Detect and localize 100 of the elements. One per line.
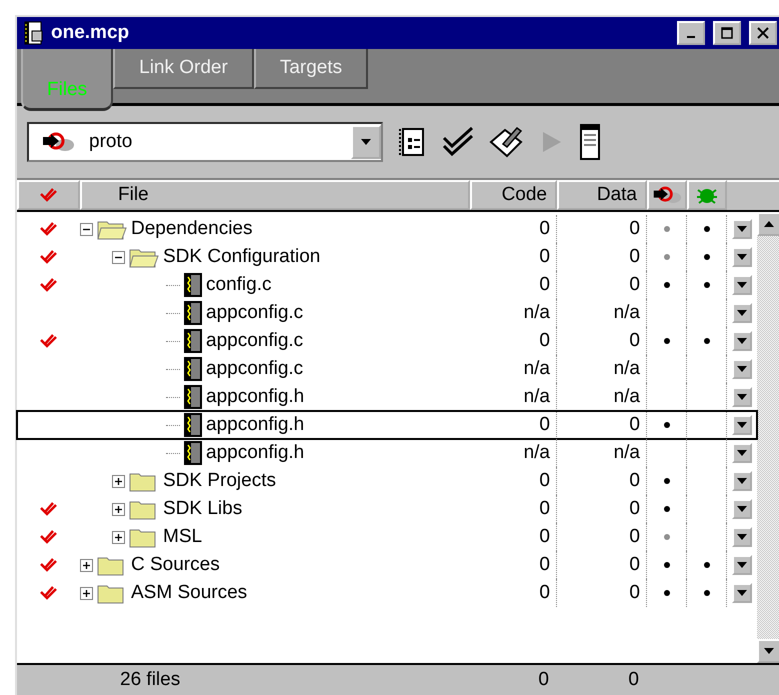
tree-line — [166, 396, 180, 398]
file-row[interactable]: SDK Projects 0 0 — [17, 467, 757, 495]
checkmark-icon — [40, 502, 58, 516]
dropdown-button[interactable] — [351, 125, 381, 159]
folder-name: Dependencies — [131, 218, 252, 240]
folder-name: SDK Projects — [163, 470, 276, 492]
checkmark-icon — [40, 586, 58, 600]
code-size: 0 — [470, 411, 557, 439]
down-arrow-icon — [737, 310, 747, 316]
collapse-toggle[interactable] — [80, 222, 93, 236]
window-title: one.mcp — [51, 22, 130, 44]
data-size: 0 — [557, 327, 647, 355]
check-icon[interactable] — [441, 126, 475, 158]
folder-name: SDK Configuration — [163, 246, 320, 268]
file-name: appconfig.h — [206, 414, 304, 436]
checkmark-icon — [40, 222, 58, 236]
file-name: appconfig.c — [206, 302, 304, 324]
data-size: 0 — [557, 271, 647, 299]
expand-toggle[interactable] — [80, 586, 93, 600]
dropdown-button[interactable] — [732, 471, 752, 491]
dropdown-button[interactable] — [732, 415, 752, 435]
dropdown-button[interactable] — [732, 583, 752, 603]
file-row[interactable]: appconfig.h n/a n/a — [17, 439, 757, 467]
file-row[interactable]: SDK Libs 0 0 — [17, 495, 757, 523]
folder-name: C Sources — [131, 554, 220, 576]
file-row[interactable]: appconfig.c n/a n/a — [17, 355, 757, 383]
collapse-toggle[interactable] — [112, 250, 125, 264]
code-size: 0 — [470, 215, 557, 243]
dropdown-button[interactable] — [732, 555, 752, 575]
file-icon — [184, 329, 202, 353]
close-button[interactable] — [749, 21, 777, 45]
file-row[interactable]: appconfig.h n/a n/a — [17, 383, 757, 411]
column-header[interactable]: Code — [470, 180, 557, 210]
target-dropdown[interactable]: proto — [27, 122, 383, 162]
expand-toggle[interactable] — [80, 558, 93, 572]
tree-line — [166, 284, 180, 286]
data-size: n/a — [557, 299, 647, 327]
file-name: appconfig.h — [206, 386, 304, 408]
file-row[interactable]: config.c 0 0 — [17, 271, 757, 299]
dropdown-button[interactable] — [732, 359, 752, 379]
dropdown-button[interactable] — [732, 219, 752, 239]
plus-icon — [114, 504, 123, 514]
down-arrow-icon — [737, 338, 747, 344]
compile-column-header[interactable] — [647, 180, 687, 210]
file-row[interactable]: C Sources 0 0 — [17, 551, 757, 579]
dropdown-button[interactable] — [732, 527, 752, 547]
target-icon — [652, 184, 682, 206]
code-size: 0 — [470, 523, 557, 551]
down-arrow-icon — [361, 139, 371, 145]
folder-name: SDK Libs — [163, 498, 242, 520]
checkmark-icon — [40, 188, 58, 202]
file-icon — [184, 357, 202, 381]
down-arrow-icon — [737, 226, 747, 232]
expand-toggle[interactable] — [112, 474, 125, 488]
down-arrow-icon — [737, 506, 747, 512]
scroll-down-button[interactable] — [757, 639, 779, 663]
plus-icon — [114, 532, 123, 542]
dropdown-button[interactable] — [732, 331, 752, 351]
data-size: 0 — [557, 243, 647, 271]
data-size: 0 — [557, 523, 647, 551]
data-size: 0 — [557, 467, 647, 495]
minimize-button[interactable] — [677, 21, 705, 45]
code-size: 0 — [470, 327, 557, 355]
plus-icon — [82, 560, 91, 570]
down-arrow-icon — [737, 562, 747, 568]
checkmark-icon — [40, 250, 58, 264]
file-list-icon[interactable] — [397, 126, 427, 158]
dropdown-button[interactable] — [732, 303, 752, 323]
file-row[interactable]: SDK Configuration 0 0 — [17, 243, 757, 271]
file-row[interactable]: appconfig.c n/a n/a — [17, 299, 757, 327]
dropdown-button[interactable] — [732, 443, 752, 463]
down-arrow-icon — [764, 648, 774, 654]
touch-column-header[interactable] — [17, 180, 80, 210]
file-row[interactable]: Dependencies 0 0 — [17, 215, 757, 243]
file-count: 26 files — [119, 669, 182, 691]
file-row[interactable]: MSL 0 0 — [17, 523, 757, 551]
dropdown-button[interactable] — [732, 275, 752, 295]
code-size: 0 — [470, 243, 557, 271]
device-icon[interactable] — [579, 123, 601, 161]
file-row[interactable]: appconfig.h 0 0 — [17, 411, 757, 439]
file-icon — [184, 385, 202, 409]
scrollbar[interactable] — [757, 212, 779, 663]
maximize-button[interactable] — [713, 21, 741, 45]
dropdown-button[interactable] — [732, 499, 752, 519]
scroll-up-button[interactable] — [757, 212, 779, 236]
pencil-page-icon[interactable] — [489, 126, 525, 158]
code-size: n/a — [470, 439, 557, 467]
tree-line — [166, 368, 180, 370]
dropdown-button[interactable] — [732, 387, 752, 407]
file-row[interactable]: appconfig.c 0 0 — [17, 327, 757, 355]
dropdown-button[interactable] — [732, 247, 752, 267]
column-header[interactable]: Data — [557, 180, 647, 210]
file-row[interactable]: ASM Sources 0 0 — [17, 579, 757, 607]
data-size: n/a — [557, 383, 647, 411]
expand-toggle[interactable] — [112, 502, 125, 516]
down-arrow-icon — [737, 366, 747, 372]
expand-toggle[interactable] — [112, 530, 125, 544]
column-header[interactable]: File — [80, 180, 470, 210]
file-icon — [184, 273, 202, 297]
code-size: 0 — [470, 551, 557, 579]
